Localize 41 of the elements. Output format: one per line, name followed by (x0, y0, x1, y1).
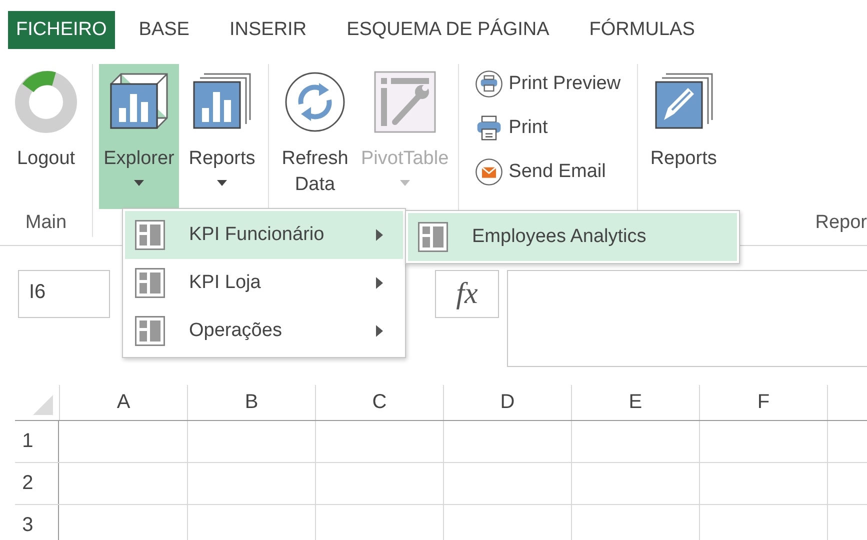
ribbon-button[interactable]: Print Preview (474, 64, 621, 104)
row-header[interactable]: 1 (22, 430, 34, 453)
ribbon-tab[interactable]: FÓRMULAS (573, 11, 711, 49)
ribbon-button[interactable]: Send Email (474, 152, 621, 192)
formula-input[interactable] (507, 270, 867, 367)
layout-icon (135, 316, 165, 346)
layout-icon (135, 220, 165, 250)
refresh-icon (283, 70, 347, 134)
group-label: Repor (815, 212, 867, 234)
ribbon-tab[interactable]: BASE (122, 11, 206, 49)
table-wrench-icon (372, 70, 437, 134)
column-header[interactable]: F (757, 391, 770, 414)
row-header[interactable]: 3 (22, 514, 34, 537)
ribbon-button[interactable]: Refresh Data (275, 64, 355, 209)
menu-item[interactable]: Employees Analytics (408, 213, 737, 261)
ribbon-tab[interactable]: FICHEIRO (8, 11, 115, 49)
column-header[interactable]: E (628, 391, 642, 414)
column-header[interactable]: D (500, 391, 515, 414)
row-header[interactable]: 2 (22, 472, 34, 495)
menu-item[interactable]: KPI Funcionário (125, 211, 403, 259)
menu-item[interactable]: KPI Loja (125, 259, 403, 307)
ribbon-button[interactable]: Logout (6, 64, 86, 209)
column-header[interactable]: A (116, 391, 130, 414)
column-header[interactable]: C (372, 391, 387, 414)
select-all-icon (33, 395, 54, 415)
printer-icon (474, 114, 503, 142)
layout-icon (418, 222, 448, 252)
ring-logo-icon (14, 70, 78, 134)
ribbon-button[interactable]: Explorer (99, 64, 179, 209)
layout-icon (135, 268, 165, 298)
ribbon-button[interactable]: Reports (644, 64, 724, 209)
ribbon-button[interactable]: Reports (182, 64, 262, 209)
ribbon-tab[interactable]: ESQUEMA DE PÁGINA (330, 11, 566, 49)
email-icon (474, 158, 503, 186)
column-header[interactable]: B (244, 391, 258, 414)
ribbon-tab[interactable]: INSERIR (213, 11, 323, 49)
menu-item[interactable]: Operações (125, 307, 403, 355)
group-label: Main (25, 212, 67, 234)
print-preview-icon (474, 70, 503, 98)
ribbon-button[interactable]: Print (474, 108, 621, 148)
name-box[interactable]: I6 (18, 270, 110, 318)
